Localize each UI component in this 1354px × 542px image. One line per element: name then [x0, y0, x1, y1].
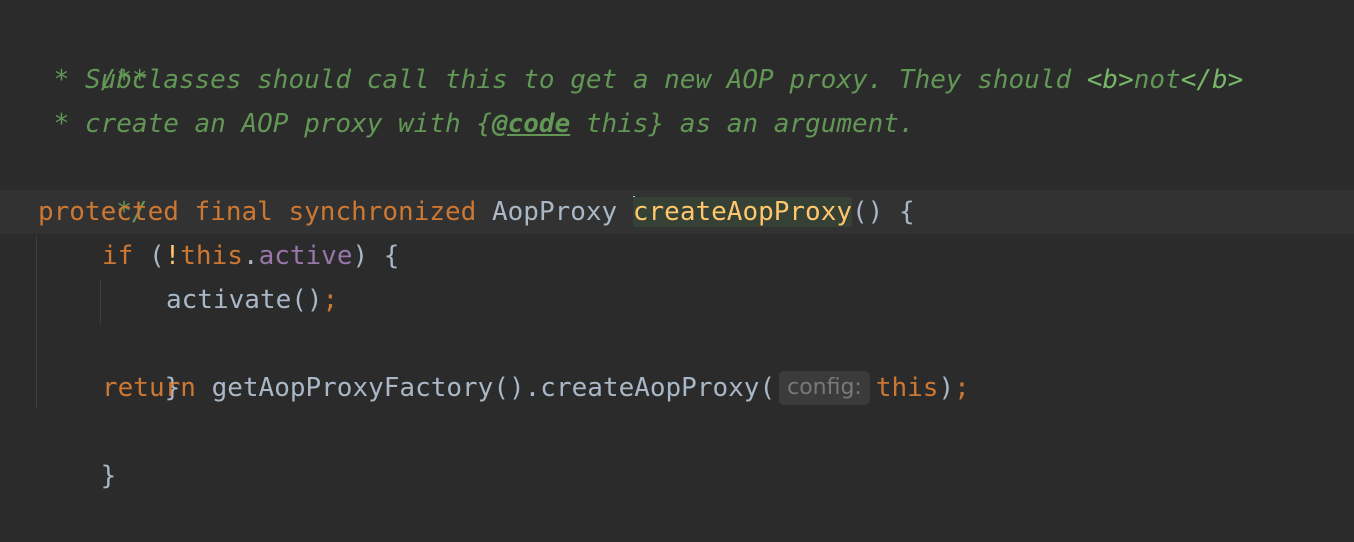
keyword-this-arg: this: [875, 373, 939, 403]
javadoc-html-b-close: </b>: [1180, 65, 1244, 95]
method-end-brace: }: [100, 461, 117, 491]
activate-line: activate();: [166, 278, 338, 322]
return-line: return getAopProxyFactory().createAopPro…: [102, 366, 970, 410]
javadoc-not-word: not: [1133, 65, 1181, 95]
indent-guide-method: [36, 236, 37, 408]
parameter-hint: config:: [779, 371, 870, 405]
if-end-line: }: [102, 322, 181, 403]
method-signature-line: protected final synchronized AopProxy cr…: [38, 190, 915, 234]
if-open-paren: (: [148, 241, 165, 271]
return-close-paren: ): [938, 373, 955, 403]
return-type[interactable]: AopProxy: [492, 197, 617, 227]
dot: .: [242, 241, 259, 271]
if-line: if (!this.active) {: [102, 234, 399, 278]
indent-guide-if: [100, 280, 101, 324]
field-active[interactable]: active: [259, 241, 353, 271]
javadoc-line-2-prefix: * create an AOP proxy with {: [38, 109, 492, 139]
method-end-line: }: [38, 410, 117, 491]
keyword-synchronized: synchronized: [288, 197, 477, 227]
javadoc-line-1: * Subclasses should call this to get a n…: [38, 58, 1244, 102]
if-close: ) {: [352, 241, 400, 271]
keyword-protected: protected: [38, 197, 179, 227]
javadoc-line-2: * create an AOP proxy with {@code this} …: [38, 102, 915, 146]
activate-call[interactable]: activate(): [166, 285, 323, 315]
javadoc-open: /**: [38, 14, 148, 95]
javadoc-close: */: [38, 146, 147, 227]
method-params: (): [852, 197, 884, 227]
keyword-final: final: [194, 197, 273, 227]
javadoc-html-b-open: <b>: [1086, 65, 1134, 95]
semicolon: ;: [322, 285, 339, 315]
keyword-return: return: [102, 373, 196, 403]
return-call[interactable]: getAopProxyFactory().createAopProxy(: [212, 373, 776, 403]
javadoc-code-tag[interactable]: @code: [492, 109, 570, 139]
return-semicolon: ;: [954, 373, 970, 403]
keyword-if: if: [102, 241, 134, 271]
keyword-this: this: [180, 241, 243, 271]
javadoc-line-2-suffix: this} as an argument.: [570, 109, 915, 139]
code-editor[interactable]: /** * Subclasses should call this to get…: [0, 0, 1354, 500]
not-operator: !: [164, 241, 181, 271]
javadoc-line-1-text: * Subclasses should call this to get a n…: [38, 65, 1087, 95]
method-open-brace: {: [899, 197, 915, 227]
method-name[interactable]: createAopProxy: [632, 197, 853, 227]
